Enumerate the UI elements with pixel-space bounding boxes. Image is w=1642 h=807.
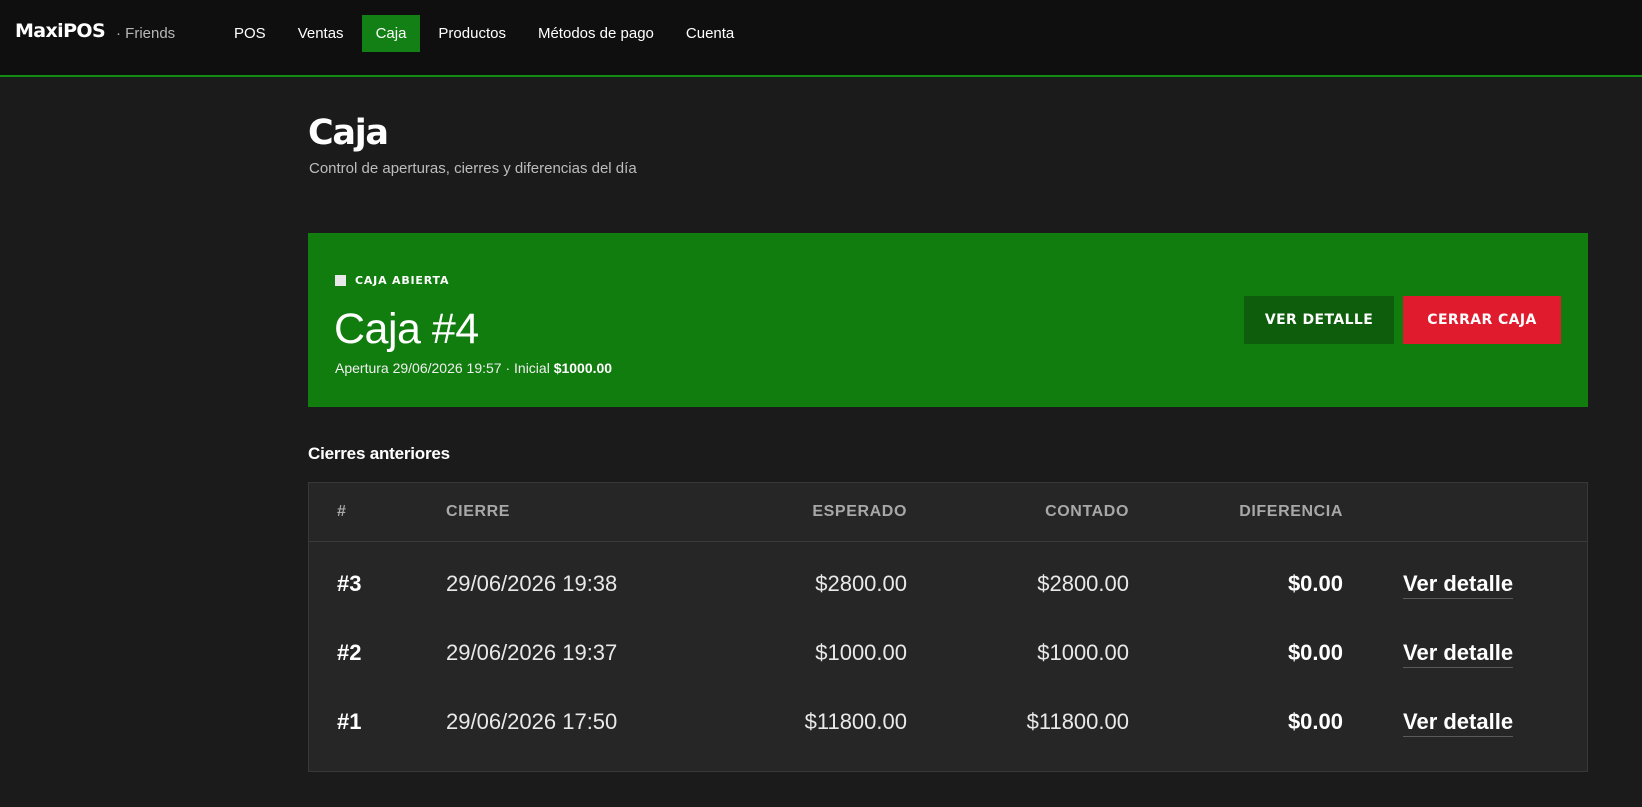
top-navbar: MaxiPOS · Friends POS Ventas Caja Produc… <box>0 0 1642 77</box>
opening-text: Apertura 29/06/2026 19:57 · Inicial <box>335 360 550 376</box>
table-row: #1 29/06/2026 17:50 $11800.00 $11800.00 … <box>309 689 1587 755</box>
nav-item-caja[interactable]: Caja <box>361 15 421 52</box>
difference-amount: $0.00 <box>1287 640 1343 665</box>
main-nav: POS Ventas Caja Productos Métodos de pag… <box>220 15 752 52</box>
section-title: Cierres anteriores <box>308 444 450 463</box>
difference-amount: $0.00 <box>1287 571 1343 596</box>
status-square-icon <box>335 275 346 286</box>
expected-amount: $11800.00 <box>804 709 907 734</box>
column-header-contado: CONTADO <box>1045 503 1129 520</box>
open-register-card: CAJA ABIERTA Caja #4 Apertura 29/06/2026… <box>308 233 1588 407</box>
app-logo[interactable]: MaxiPOS <box>15 20 106 42</box>
expected-amount: $1000.00 <box>815 640 907 665</box>
column-header-esperado: ESPERADO <box>812 503 907 520</box>
table-row: #2 29/06/2026 19:37 $1000.00 $1000.00 $0… <box>309 620 1587 686</box>
closing-id: #2 <box>337 640 362 665</box>
page-title: Caja <box>308 113 389 153</box>
page-subtitle: Control de aperturas, cierres y diferenc… <box>309 160 637 177</box>
expected-amount: $2800.00 <box>815 571 907 596</box>
counted-amount: $2800.00 <box>1037 571 1129 596</box>
view-detail-link[interactable]: Ver detalle <box>1403 640 1514 668</box>
register-opening-info: Apertura 29/06/2026 19:57 · Inicial $100… <box>335 360 612 376</box>
register-title: Caja #4 <box>334 305 479 353</box>
nav-item-metodos-pago[interactable]: Métodos de pago <box>524 15 668 52</box>
nav-item-pos[interactable]: POS <box>220 15 280 52</box>
closing-date: 29/06/2026 17:50 <box>446 709 618 734</box>
difference-amount: $0.00 <box>1287 709 1343 734</box>
status-label: CAJA ABIERTA <box>355 274 450 287</box>
initial-amount: $1000.00 <box>553 360 613 376</box>
status-badge: CAJA ABIERTA <box>335 274 449 287</box>
table-row: #3 29/06/2026 19:38 $2800.00 $2800.00 $0… <box>309 551 1587 617</box>
counted-amount: $11800.00 <box>1026 709 1129 734</box>
column-header-cierre: CIERRE <box>446 503 511 520</box>
view-detail-button[interactable]: VER DETALLE <box>1244 296 1394 344</box>
counted-amount: $1000.00 <box>1037 640 1129 665</box>
column-header-diferencia: DIFERENCIA <box>1239 503 1343 520</box>
close-register-button[interactable]: CERRAR CAJA <box>1403 296 1561 344</box>
closing-date: 29/06/2026 19:38 <box>446 571 618 596</box>
table-header: # CIERRE ESPERADO CONTADO DIFERENCIA <box>309 483 1587 542</box>
column-header-id: # <box>337 503 347 520</box>
closings-table: # CIERRE ESPERADO CONTADO DIFERENCIA #3 … <box>308 482 1588 772</box>
closing-date: 29/06/2026 19:37 <box>446 640 618 665</box>
view-detail-link[interactable]: Ver detalle <box>1403 571 1514 599</box>
store-name: · Friends <box>116 25 176 42</box>
nav-item-ventas[interactable]: Ventas <box>284 15 358 52</box>
nav-item-productos[interactable]: Productos <box>424 15 520 52</box>
nav-item-cuenta[interactable]: Cuenta <box>672 15 748 52</box>
view-detail-link[interactable]: Ver detalle <box>1403 709 1514 737</box>
closing-id: #1 <box>337 709 362 734</box>
closing-id: #3 <box>337 571 362 596</box>
